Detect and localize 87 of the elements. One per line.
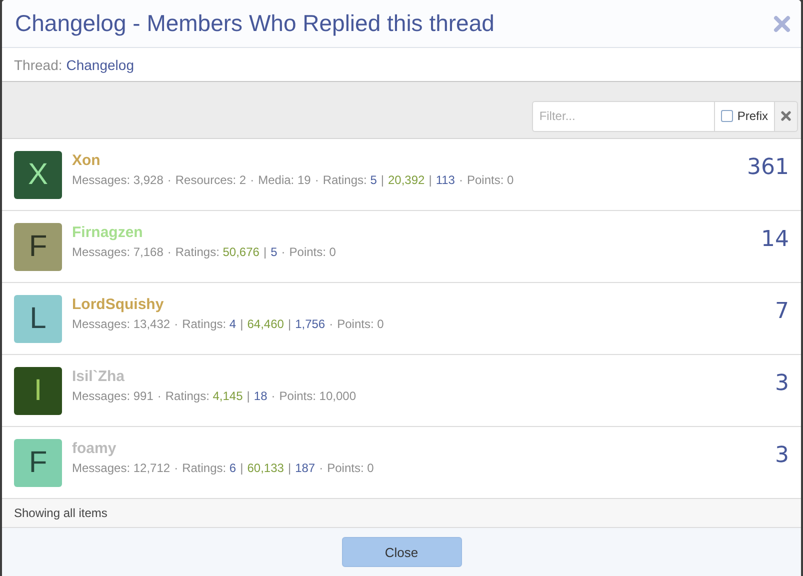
close-icon[interactable] xyxy=(773,14,791,32)
rating-separator: | xyxy=(288,317,292,331)
rating-separator: | xyxy=(246,389,250,403)
filter-field[interactable]: Filter... xyxy=(532,100,714,132)
rating-value: 18 xyxy=(254,389,268,403)
stat-label: Media: xyxy=(258,173,296,187)
stat-label: Ratings: xyxy=(182,317,228,331)
rating-value: 1,756 xyxy=(295,317,326,331)
separator-dot: · xyxy=(167,245,172,259)
avatar-letter: F xyxy=(28,446,48,480)
member-name[interactable]: Isil`Zha xyxy=(72,368,125,385)
rating-value: 4 xyxy=(229,317,236,331)
separator-dot: · xyxy=(250,173,254,187)
stat-value: 0 xyxy=(507,173,514,187)
rating-value: 20,392 xyxy=(388,173,425,187)
status-text: Showing all items xyxy=(14,506,108,520)
separator-dot: · xyxy=(458,173,463,187)
stat-label: Messages: xyxy=(72,317,132,331)
stat-value: 0 xyxy=(329,245,336,259)
avatar-letter: X xyxy=(28,158,48,192)
stat-value: 13,432 xyxy=(133,317,170,331)
thread-label: Thread: xyxy=(14,56,62,72)
stat-value: 0 xyxy=(377,317,384,331)
separator-dot: · xyxy=(174,317,178,331)
stat-label: Points: xyxy=(337,317,375,331)
rating-separator: | xyxy=(288,461,292,475)
separator-dot: · xyxy=(174,461,178,475)
prefix-label: Prefix xyxy=(737,109,768,123)
avatar-letter: F xyxy=(28,230,48,264)
rating-separator: | xyxy=(240,461,244,475)
rating-value: 60,133 xyxy=(247,461,284,475)
separator-dot: · xyxy=(167,173,172,187)
stat-label: Points: xyxy=(327,461,365,475)
stat-label: Messages: xyxy=(72,173,132,187)
stat-label: Messages: xyxy=(72,245,132,259)
stat-value: 19 xyxy=(297,173,311,187)
member-name[interactable]: foamy xyxy=(72,440,116,457)
rating-value: 187 xyxy=(295,461,316,475)
clear-filter-icon[interactable] xyxy=(775,100,798,132)
avatar-letter: L xyxy=(30,302,46,336)
rating-value: 6 xyxy=(229,461,236,475)
reply-count: 3 xyxy=(775,443,789,468)
prefix-checkbox[interactable] xyxy=(721,110,734,122)
stat-label: Messages: xyxy=(72,389,132,403)
separator-dot: · xyxy=(314,173,319,187)
reply-count: 14 xyxy=(761,227,789,252)
rating-separator: | xyxy=(263,245,267,259)
rating-value: 4,145 xyxy=(212,389,243,403)
avatar-letter: I xyxy=(34,374,42,408)
close-button[interactable]: Close xyxy=(342,537,462,567)
stat-value: 2 xyxy=(239,173,246,187)
stat-label: Ratings: xyxy=(175,245,220,259)
stat-label: Ratings: xyxy=(322,173,368,187)
dialog-title: Changelog - Members Who Replied this thread xyxy=(15,10,494,37)
stat-label: Ratings: xyxy=(182,461,228,475)
rating-separator: | xyxy=(428,173,432,187)
stat-label: Points: xyxy=(289,245,327,259)
rating-separator: | xyxy=(240,317,244,331)
separator-dot: · xyxy=(157,389,162,403)
reply-count: 7 xyxy=(775,299,789,324)
separator-dot: · xyxy=(319,461,324,475)
stat-label: Ratings: xyxy=(165,389,210,403)
rating-value: 64,460 xyxy=(247,317,284,331)
member-name[interactable]: LordSquishy xyxy=(72,296,164,313)
thread-link[interactable]: Changelog xyxy=(66,56,134,72)
separator-dot: · xyxy=(271,389,276,403)
rating-value: 5 xyxy=(370,173,377,187)
stat-value: 12,712 xyxy=(133,461,170,475)
stat-value: 3,928 xyxy=(133,173,164,187)
stat-value: 10,000 xyxy=(319,389,356,403)
stat-value: 0 xyxy=(367,461,374,475)
stat-label: Points: xyxy=(466,173,505,187)
rating-separator: | xyxy=(380,173,384,187)
member-name[interactable]: Firnagzen xyxy=(72,224,143,241)
member-name[interactable]: Xon xyxy=(72,152,100,169)
stat-label: Points: xyxy=(279,389,317,403)
separator-dot: · xyxy=(281,245,286,259)
rating-value: 113 xyxy=(436,173,455,187)
stat-label: Messages: xyxy=(72,461,132,475)
reply-count: 361 xyxy=(747,155,789,180)
reply-count: 3 xyxy=(775,371,789,396)
stat-value: 991 xyxy=(133,389,154,403)
separator-dot: · xyxy=(329,317,334,331)
rating-value: 5 xyxy=(270,245,278,259)
rating-value: 50,676 xyxy=(222,245,260,259)
stat-label: Resources: xyxy=(175,173,238,187)
stat-value: 7,168 xyxy=(133,245,164,259)
